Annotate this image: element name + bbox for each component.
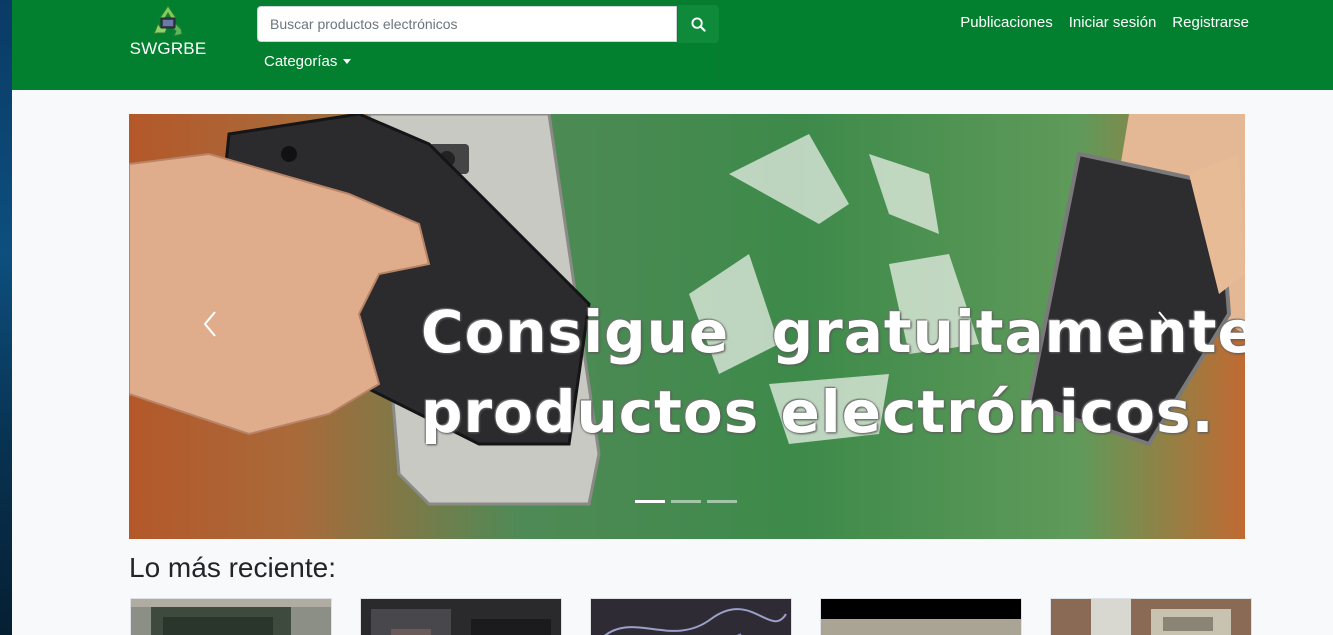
chevron-right-icon [1158,311,1170,337]
carousel-prev-button[interactable] [191,304,231,344]
search-icon [691,16,706,32]
page: SWGRBE Categorías Publicaciones Iniciar … [12,0,1333,635]
brand-name: SWGRBE [129,39,207,58]
product-thumbnail [591,599,791,635]
search-button[interactable] [678,5,719,43]
product-thumbnail [821,599,1021,635]
search-input[interactable] [257,6,677,42]
product-card[interactable] [130,598,332,635]
carousel-indicators [635,500,737,503]
search-form: Categorías [255,2,719,82]
carousel-indicator-3[interactable] [707,500,737,503]
carousel-indicator-1[interactable] [635,500,665,503]
navbar: SWGRBE Categorías Publicaciones Iniciar … [12,0,1333,90]
carousel-indicator-2[interactable] [671,500,701,503]
recent-section-title: Lo más reciente: [129,552,336,583]
chevron-left-icon [204,311,216,337]
product-thumbnail [1051,599,1251,635]
product-thumbnail [361,599,561,635]
nav-link-publicaciones[interactable]: Publicaciones [960,14,1053,31]
product-card[interactable] [590,598,792,635]
brand-link[interactable]: SWGRBE [126,4,210,60]
recent-products-list [130,598,1252,635]
nav-links: Publicaciones Iniciar sesión Registrarse [960,14,1249,31]
carousel-next-button[interactable] [1143,304,1183,344]
carousel-caption: Consigue gratuitamente productos electró… [421,292,1245,452]
categories-dropdown[interactable]: Categorías [264,53,352,70]
hero-carousel: Consigue gratuitamente productos electró… [129,114,1245,539]
product-card[interactable] [1050,598,1252,635]
caption-line-1: Consigue gratuitamente [421,298,1245,366]
product-card[interactable] [820,598,1022,635]
desktop-background [0,0,12,635]
recycle-logo-icon [153,5,183,37]
caption-line-2: productos electrónicos. [421,378,1215,446]
caret-down-icon [343,58,352,64]
product-card[interactable] [360,598,562,635]
product-thumbnail [131,599,331,635]
nav-link-iniciar-sesion[interactable]: Iniciar sesión [1069,14,1157,31]
categories-label: Categorías [264,53,338,70]
nav-link-registrarse[interactable]: Registrarse [1172,14,1249,31]
